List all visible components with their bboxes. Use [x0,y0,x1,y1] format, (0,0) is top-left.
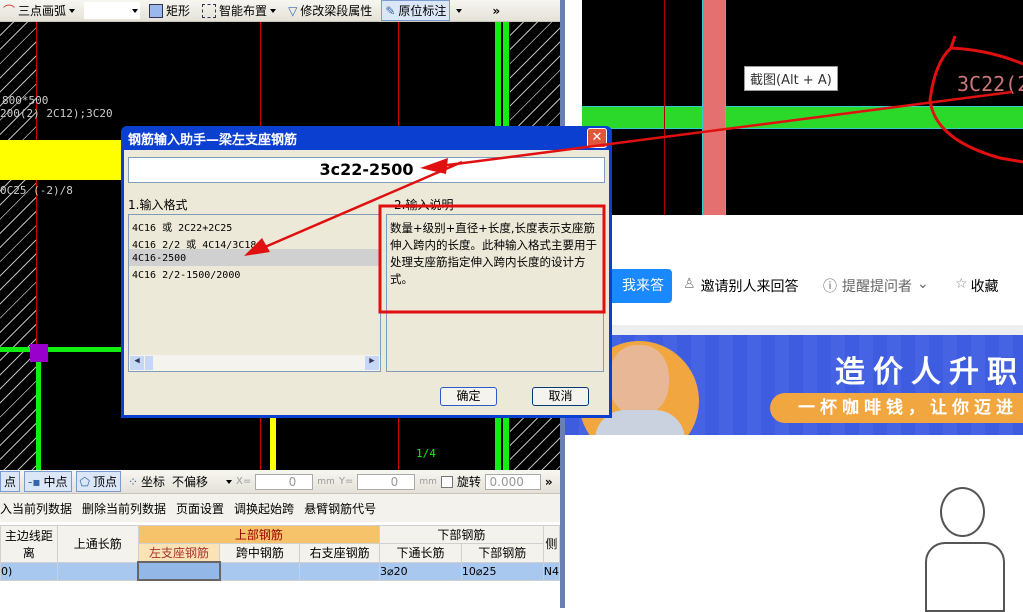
arrowhead-1 [420,158,448,174]
circled-annotation [928,35,1023,164]
arrow-line-1 [439,90,1013,168]
annotation-overlay [244,35,1023,314]
arrowhead-2 [244,238,270,256]
highlight-box [378,204,606,314]
